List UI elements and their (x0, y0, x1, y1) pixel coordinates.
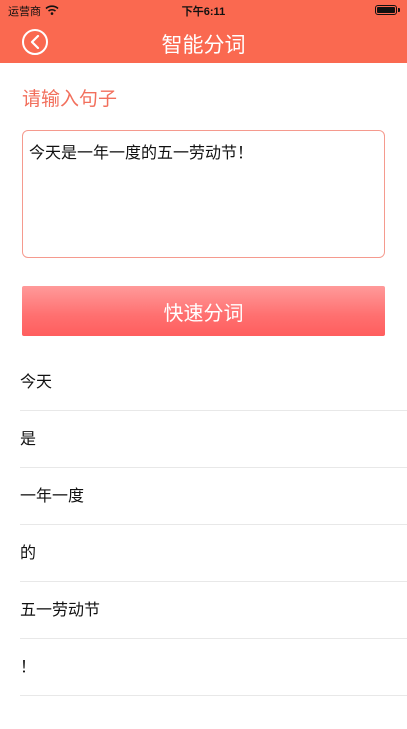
list-item: 五一劳动节 (20, 582, 407, 639)
status-time: 下午6:11 (181, 6, 226, 18)
battery-icon (375, 5, 400, 15)
list-item: ！ (20, 639, 407, 696)
list-item: 今天 (20, 354, 407, 411)
list-item: 一年一度 (20, 468, 407, 525)
input-prompt-label: 请输入句子 (22, 88, 118, 110)
page-title: 智能分词 (161, 33, 246, 57)
list-item: 的 (20, 525, 407, 582)
segment-button[interactable]: 快速分词 (22, 286, 385, 336)
results-list: 今天 是 一年一度 的 五一劳动节 ！ (20, 354, 407, 696)
nav-bar: 智能分词 (0, 20, 407, 63)
sentence-input[interactable]: 今天是一年一度的五一劳动节！ (22, 130, 385, 258)
list-item: 是 (20, 411, 407, 468)
status-bar: 运营商 下午6:11 (0, 0, 407, 20)
